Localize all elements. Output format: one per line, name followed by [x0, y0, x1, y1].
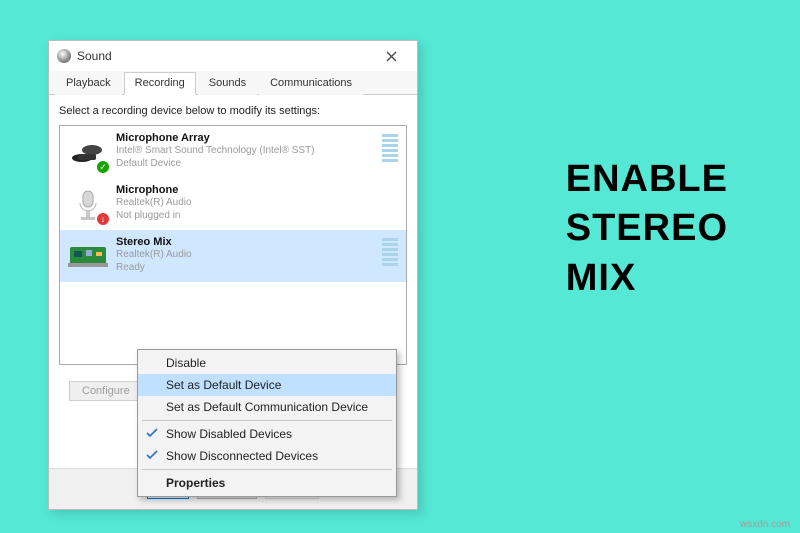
side-line2: STEREO [566, 204, 728, 253]
menu-label: Show Disconnected Devices [166, 449, 318, 463]
instruction-text: Select a recording device below to modif… [59, 105, 407, 117]
close-button[interactable] [373, 45, 409, 67]
window-title: Sound [77, 49, 112, 63]
device-subtitle: Realtek(R) Audio [116, 248, 374, 261]
menu-disable[interactable]: Disable [138, 352, 396, 374]
menu-separator [142, 420, 392, 421]
menu-label: Show Disabled Devices [166, 427, 292, 441]
checkmark-icon [146, 427, 158, 439]
unplugged-badge-icon: ↓ [96, 212, 110, 226]
device-list[interactable]: ✓ Microphone Array Intel® Smart Sound Te… [59, 125, 407, 365]
device-name: Microphone [116, 184, 398, 196]
context-menu: Disable Set as Default Device Set as Def… [137, 349, 397, 497]
microphone-icon: ↓ [68, 184, 108, 224]
device-mic-array[interactable]: ✓ Microphone Array Intel® Smart Sound Te… [60, 126, 406, 178]
device-name: Microphone Array [116, 132, 374, 144]
device-subtitle: Realtek(R) Audio [116, 196, 398, 209]
side-caption: ENABLE STEREO MIX [566, 155, 728, 303]
check-badge-icon: ✓ [96, 160, 110, 174]
device-status: Ready [116, 261, 374, 274]
tab-playback[interactable]: Playback [55, 72, 122, 95]
close-icon [386, 51, 397, 62]
tab-strip: Playback Recording Sounds Communications [49, 71, 417, 95]
watermark: wsxdn.com [740, 519, 790, 530]
tab-content: Select a recording device below to modif… [49, 95, 417, 468]
menu-properties[interactable]: Properties [138, 472, 396, 494]
side-line1: ENABLE [566, 155, 728, 204]
checkmark-icon [146, 449, 158, 461]
titlebar[interactable]: Sound [49, 41, 417, 71]
menu-show-disconnected[interactable]: Show Disconnected Devices [138, 445, 396, 467]
device-stereo-mix[interactable]: Stereo Mix Realtek(R) Audio Ready [60, 230, 406, 282]
device-status: Not plugged in [116, 209, 398, 222]
configure-button[interactable]: Configure [69, 381, 143, 401]
app-icon [57, 49, 71, 63]
side-line3: MIX [566, 254, 728, 303]
tab-communications[interactable]: Communications [259, 72, 363, 95]
device-name: Stereo Mix [116, 236, 374, 248]
tab-recording[interactable]: Recording [124, 72, 196, 95]
level-meter-icon [382, 132, 398, 162]
device-status: Default Device [116, 157, 374, 170]
device-microphone[interactable]: ↓ Microphone Realtek(R) Audio Not plugge… [60, 178, 406, 230]
level-meter-icon [382, 236, 398, 266]
device-subtitle: Intel® Smart Sound Technology (Intel® SS… [116, 144, 374, 157]
menu-set-default-comm-device[interactable]: Set as Default Communication Device [138, 396, 396, 418]
tab-sounds[interactable]: Sounds [198, 72, 257, 95]
menu-show-disabled[interactable]: Show Disabled Devices [138, 423, 396, 445]
menu-separator [142, 469, 392, 470]
soundcard-icon [68, 236, 108, 276]
menu-set-default-device[interactable]: Set as Default Device [138, 374, 396, 396]
mic-array-icon: ✓ [68, 132, 108, 172]
sound-dialog: Sound Playback Recording Sounds Communic… [48, 40, 418, 510]
